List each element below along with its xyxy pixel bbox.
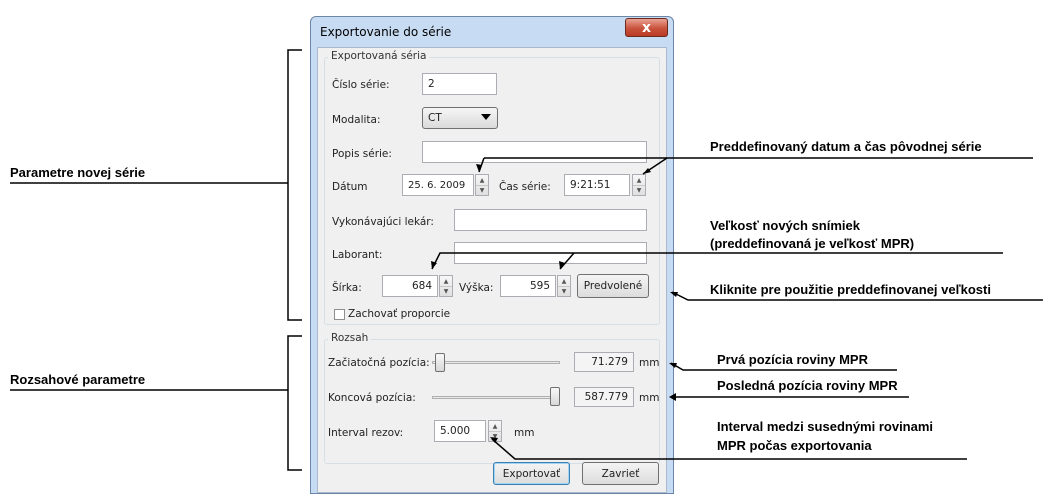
- arrowhead-default-size: [670, 292, 678, 297]
- annotation-last-position: Posledná pozícia roviny MPR: [717, 378, 898, 393]
- leader-image-size: [431, 252, 1003, 270]
- annotation-interval-line1: Interval medzi susednými rovinami: [717, 419, 934, 434]
- arrowhead-last-position: [669, 393, 676, 401]
- bracket-range: [287, 335, 302, 471]
- annotation-first-position: Prvá pozícia roviny MPR: [717, 352, 868, 367]
- annotation-range: Rozsahové parametre: [10, 372, 146, 387]
- annotation-image-size-line1: Veľkosť nových snímiek: [710, 218, 860, 233]
- bracket-new-series: [287, 49, 302, 321]
- arrowhead-interval: [490, 437, 498, 443]
- annotation-new-series: Parametre novej série: [10, 165, 146, 180]
- arrowhead-first-position: [669, 363, 677, 368]
- annotation-predefined-datetime: Preddefinovaný datum a čas pôvodnej séri…: [710, 139, 982, 154]
- annotation-interval-line2: MPR počas exportovania: [717, 438, 872, 453]
- leader-datetime: [642, 157, 1033, 175]
- annotation-default-size: Kliknite pre použitie preddefinovanej ve…: [710, 282, 991, 297]
- leader-image-size-branch: [559, 252, 575, 270]
- annotation-image-size-line2: (preddefinovaná je veľkosť MPR): [710, 236, 915, 251]
